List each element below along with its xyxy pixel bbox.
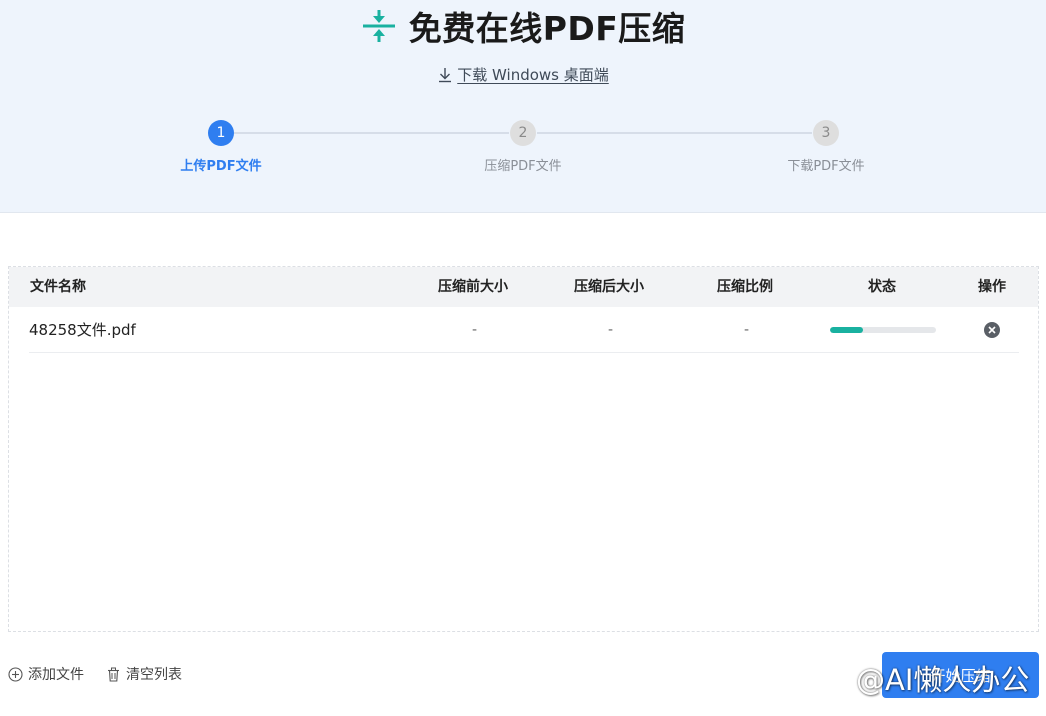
step-label: 下载PDF文件 (787, 159, 865, 174)
clear-list-label: 清空列表 (126, 667, 182, 683)
column-header-ratio: 压缩比例 (717, 279, 773, 295)
step-number: 1 (208, 120, 234, 146)
baidu-paw-icon (826, 664, 854, 692)
table-row: 48258文件.pdf - - - (29, 307, 1019, 353)
size-after: - (608, 322, 614, 338)
progress-steps: 1 上传PDF文件 2 压缩PDF文件 3 下载PDF文件 (0, 120, 1046, 180)
add-file-label: 添加文件 (28, 667, 84, 683)
step-label: 上传PDF文件 (180, 159, 262, 174)
header-panel: 免费在线PDF压缩 下载 Windows 桌面端 1 上传PDF文件 2 压缩P… (0, 0, 1046, 213)
column-header-name: 文件名称 (30, 279, 86, 295)
column-header-before: 压缩前大小 (438, 279, 508, 295)
clear-list-button[interactable]: 清空列表 (106, 664, 182, 684)
download-icon (437, 67, 453, 83)
trash-icon (106, 667, 121, 682)
status-progress-bar (830, 327, 936, 333)
start-compress-button[interactable]: 开始压缩 (882, 652, 1039, 698)
bottom-toolbar: 添加文件 清空列表 (8, 664, 204, 684)
title-row: 免费在线PDF压缩 (0, 4, 1046, 48)
plus-circle-icon (8, 666, 23, 682)
compress-icon (361, 8, 397, 44)
download-link-text: 下载 Windows 桌面端 (457, 66, 609, 84)
download-windows-link[interactable]: 下载 Windows 桌面端 (437, 64, 609, 85)
step-number: 3 (813, 120, 839, 146)
close-circle-icon (988, 326, 996, 334)
download-windows-link-row: 下载 Windows 桌面端 (0, 64, 1046, 87)
table-header: 文件名称 压缩前大小 压缩后大小 压缩比例 状态 操作 (9, 267, 1038, 307)
size-before: - (472, 322, 478, 338)
page-title: 免费在线PDF压缩 (408, 9, 686, 48)
column-header-action: 操作 (978, 279, 1006, 295)
step-number: 2 (510, 120, 536, 146)
step-download: 3 下载PDF文件 (766, 120, 886, 174)
progress-fill (830, 327, 863, 333)
remove-file-button[interactable] (984, 322, 1000, 338)
file-table: 文件名称 压缩前大小 压缩后大小 压缩比例 状态 操作 48258文件.pdf … (8, 266, 1039, 632)
add-file-button[interactable]: 添加文件 (8, 664, 84, 684)
compression-ratio: - (744, 322, 750, 338)
file-name: 48258文件.pdf (29, 321, 136, 339)
step-label: 压缩PDF文件 (484, 159, 562, 174)
step-compress: 2 压缩PDF文件 (463, 120, 583, 174)
column-header-after: 压缩后大小 (574, 279, 644, 295)
column-header-status: 状态 (868, 279, 896, 295)
step-upload: 1 上传PDF文件 (161, 120, 281, 174)
